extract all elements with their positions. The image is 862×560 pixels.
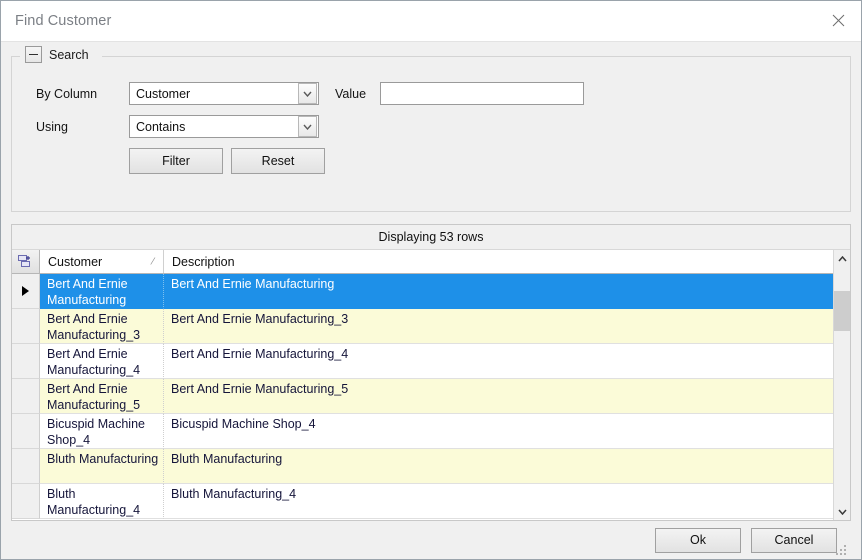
table-row[interactable]: Bicuspid Machine Shop_4 Bicuspid Machine … [12,414,833,449]
row-header-cell[interactable] [12,344,40,379]
dialog-body: Search By Column Customer Value Using Co… [1,41,861,559]
scroll-up-button[interactable] [834,250,850,267]
using-label: Using [36,119,68,134]
grid-header-row: Customer ⁄ Description [12,250,833,274]
cell-description[interactable]: Bluth Manufacturing [164,449,833,484]
chevron-down-icon [837,509,847,515]
cell-customer[interactable]: Bluth Manufacturing_4 [40,484,164,519]
grid-column-header-customer[interactable]: Customer ⁄ [40,250,164,273]
search-form: By Column Customer Value Using Contains … [12,56,850,174]
dialog-footer: Ok Cancel [11,521,851,559]
by-column-label: By Column [36,86,98,101]
triangle-right-icon [22,286,29,296]
row-header-cell[interactable] [12,414,40,449]
ok-button[interactable]: Ok [655,527,741,553]
cell-description[interactable]: Bert And Ernie Manufacturing_4 [164,344,833,379]
by-column-dropdown-button[interactable] [298,83,317,104]
cell-description[interactable]: Bert And Ernie Manufacturing [164,274,833,309]
grid-main: Customer ⁄ Description Bert And Ernie Ma… [12,250,833,520]
table-row[interactable]: Bert And Ernie Manufacturing_4 Bert And E… [12,344,833,379]
cell-customer[interactable]: Bert And Ernie Manufacturing_5 [40,379,164,414]
table-row[interactable]: Bluth Manufacturing Bluth Manufacturing [12,449,833,484]
by-column-value: Customer [136,86,191,101]
row-header-cell[interactable] [12,274,40,309]
row-header-cell[interactable] [12,379,40,414]
using-row: Using Contains [36,115,850,138]
reset-button[interactable]: Reset [231,148,325,174]
cell-customer[interactable]: Bert And Ernie Manufacturing [40,274,164,309]
groupbox-border-right [102,56,850,57]
column-chooser-icon [18,254,30,267]
resize-grip-icon[interactable] [836,545,848,557]
window-title: Find Customer [15,13,112,29]
grid-column-label-customer: Customer [48,254,103,269]
cell-description[interactable]: Bluth Manufacturing_4 [164,484,833,519]
cell-customer[interactable]: Bicuspid Machine Shop_4 [40,414,164,449]
grid-column-header-description[interactable]: Description [164,250,833,273]
by-column-row: By Column Customer Value [36,82,850,105]
grid-column-label-description: Description [172,254,235,269]
grid-status-bar: Displaying 53 rows [12,225,850,250]
using-dropdown-button[interactable] [298,116,317,137]
scrollbar-track[interactable] [834,267,850,503]
results-grid: Displaying 53 rows Customer ⁄ Descriptio… [11,224,851,521]
row-header-cell[interactable] [12,309,40,344]
cell-customer[interactable]: Bluth Manufacturing [40,449,164,484]
chevron-down-icon [303,124,312,130]
chevron-down-icon [303,91,312,97]
close-icon [832,14,844,27]
grid-corner-button[interactable] [12,250,40,273]
row-header-cell[interactable] [12,484,40,519]
using-select[interactable]: Contains [129,115,319,138]
close-button[interactable] [815,1,861,40]
table-row[interactable]: Bert And Ernie Manufacturing Bert And Ern… [12,274,833,309]
value-input[interactable] [380,82,585,105]
cell-customer[interactable]: Bert And Ernie Manufacturing_4 [40,344,164,379]
cancel-button[interactable]: Cancel [751,527,837,553]
groupbox-border-left [12,56,20,57]
scroll-down-button[interactable] [834,503,850,520]
title-bar: Find Customer [1,1,861,41]
value-label: Value [335,86,367,101]
filter-button[interactable]: Filter [129,148,223,174]
cell-customer[interactable]: Bert And Ernie Manufacturing_3 [40,309,164,344]
minus-icon [29,54,38,55]
scrollbar-thumb[interactable] [834,291,850,331]
cell-description[interactable]: Bert And Ernie Manufacturing_3 [164,309,833,344]
cell-description[interactable]: Bert And Ernie Manufacturing_5 [164,379,833,414]
grid-body: Customer ⁄ Description Bert And Ernie Ma… [12,250,850,520]
collapse-toggle-button[interactable] [25,46,42,63]
table-row[interactable]: Bluth Manufacturing_4 Bluth Manufacturing… [12,484,833,519]
using-value: Contains [136,119,186,134]
table-row[interactable]: Bert And Ernie Manufacturing_3 Bert And E… [12,309,833,344]
by-column-select[interactable]: Customer [129,82,319,105]
search-actions: Filter Reset [129,148,850,174]
table-row[interactable]: Bert And Ernie Manufacturing_5 Bert And E… [12,379,833,414]
chevron-up-icon [837,255,847,261]
search-groupbox: Search By Column Customer Value Using Co… [11,46,851,212]
groupbox-title: Search [49,47,89,62]
row-header-cell[interactable] [12,449,40,484]
sort-ascending-icon: ⁄ [152,256,154,267]
cell-description[interactable]: Bicuspid Machine Shop_4 [164,414,833,449]
find-customer-dialog: Find Customer Search By Column Customer … [0,0,862,560]
grid-rows: Bert And Ernie Manufacturing Bert And Ern… [12,274,833,520]
grid-vertical-scrollbar[interactable] [833,250,850,520]
groupbox-header: Search [22,46,92,63]
